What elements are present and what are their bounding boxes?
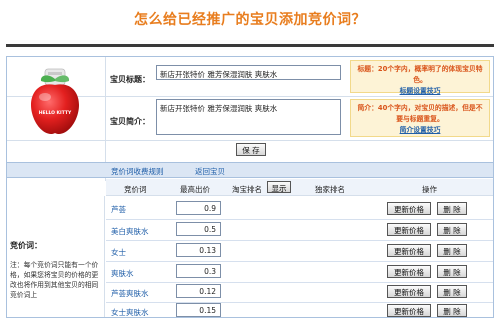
update-price-button[interactable]: 更新价格 — [387, 223, 431, 236]
delete-button[interactable]: 删 除 — [437, 304, 467, 317]
tab-back-to-item[interactable]: 返回宝贝 — [195, 166, 225, 177]
desc-field-label: 宝贝简介： — [110, 117, 150, 126]
col-exclusive-rank: 独家排名 — [315, 185, 345, 194]
row-divider — [106, 219, 493, 220]
product-brand-text: HELLO KITTY — [39, 110, 72, 116]
delete-button[interactable]: 删 除 — [437, 265, 467, 278]
row-keyword: 芦荟爽肤水 — [111, 289, 149, 298]
bid-input[interactable]: 0.13 — [176, 243, 221, 257]
title-tip: 标题：20个字内，概率明了的体现宝贝特色。 标题设置技巧 — [350, 60, 490, 95]
col-max-bid: 最高出价 — [180, 185, 210, 194]
col-keyword: 竞价词 — [124, 185, 147, 194]
desc-textarea[interactable]: 新店开张特价 雅芳保湿润肤 爽肤水 — [156, 99, 341, 135]
tabs-bar — [7, 162, 493, 178]
desc-tip-link[interactable]: 简介设置技巧 — [400, 126, 441, 134]
row-divider — [7, 140, 493, 141]
row-divider — [106, 302, 493, 303]
row-divider — [106, 240, 493, 241]
title-tip-text: 标题：20个字内，概率明了的体现宝贝特色。 — [357, 65, 483, 84]
desc-tip-text: 简介：40个字内，对宝贝的描述，但是不要与标题重复。 — [357, 104, 483, 123]
update-price-button[interactable]: 更新价格 — [387, 244, 431, 257]
col-rank: 淘宝排名 — [232, 185, 262, 194]
bid-input[interactable]: 0.5 — [176, 222, 221, 236]
col-action: 操作 — [422, 185, 437, 194]
row-keyword: 美白爽肤水 — [111, 227, 149, 236]
update-price-button[interactable]: 更新价格 — [387, 202, 431, 215]
keyword-section-title: 竞价词： — [10, 241, 42, 250]
update-price-button[interactable]: 更新价格 — [387, 265, 431, 278]
row-keyword: 爽肤水 — [111, 269, 134, 278]
title-input[interactable]: 新店开张特价 雅芳保湿润肤 爽肤水 — [156, 65, 341, 80]
save-button[interactable]: 保 存 — [236, 143, 266, 156]
row-keyword: 女士 — [111, 248, 126, 257]
bid-input[interactable]: 0.15 — [176, 303, 221, 317]
delete-button[interactable]: 删 除 — [437, 202, 467, 215]
row-keyword: 女士爽肤水 — [111, 308, 149, 317]
bid-input[interactable]: 0.12 — [176, 284, 221, 298]
update-price-button[interactable]: 更新价格 — [387, 285, 431, 298]
delete-button[interactable]: 删 除 — [437, 244, 467, 257]
title-field-label: 宝贝标题： — [110, 75, 150, 84]
bid-input[interactable]: 0.3 — [176, 264, 221, 278]
title-divider — [6, 44, 494, 47]
keyword-note: 注：每个竞价词只能有一个价格，如果您将宝贝的价格的更改也将作用到其他宝贝的相同竞… — [10, 261, 99, 299]
desc-tip: 简介：40个字内，对宝贝的描述，但是不要与标题重复。 简介设置技巧 — [350, 99, 490, 137]
update-price-button[interactable]: 更新价格 — [387, 304, 431, 317]
delete-button[interactable]: 删 除 — [437, 285, 467, 298]
product-image: HELLO KITTY — [26, 67, 84, 139]
row-divider — [106, 261, 493, 262]
row-divider — [106, 282, 493, 283]
row-keyword: 芦荟 — [111, 205, 126, 214]
title-tip-link[interactable]: 标题设置技巧 — [400, 87, 441, 95]
page-title: 怎么给已经推广的宝贝添加竞价词？ — [134, 12, 366, 28]
delete-button[interactable]: 删 除 — [437, 223, 467, 236]
tab-fee-rule[interactable]: 竞价词收费规则 — [111, 166, 164, 177]
show-rank-button[interactable]: 显示 — [267, 181, 291, 193]
bid-input[interactable]: 0.9 — [176, 201, 221, 215]
